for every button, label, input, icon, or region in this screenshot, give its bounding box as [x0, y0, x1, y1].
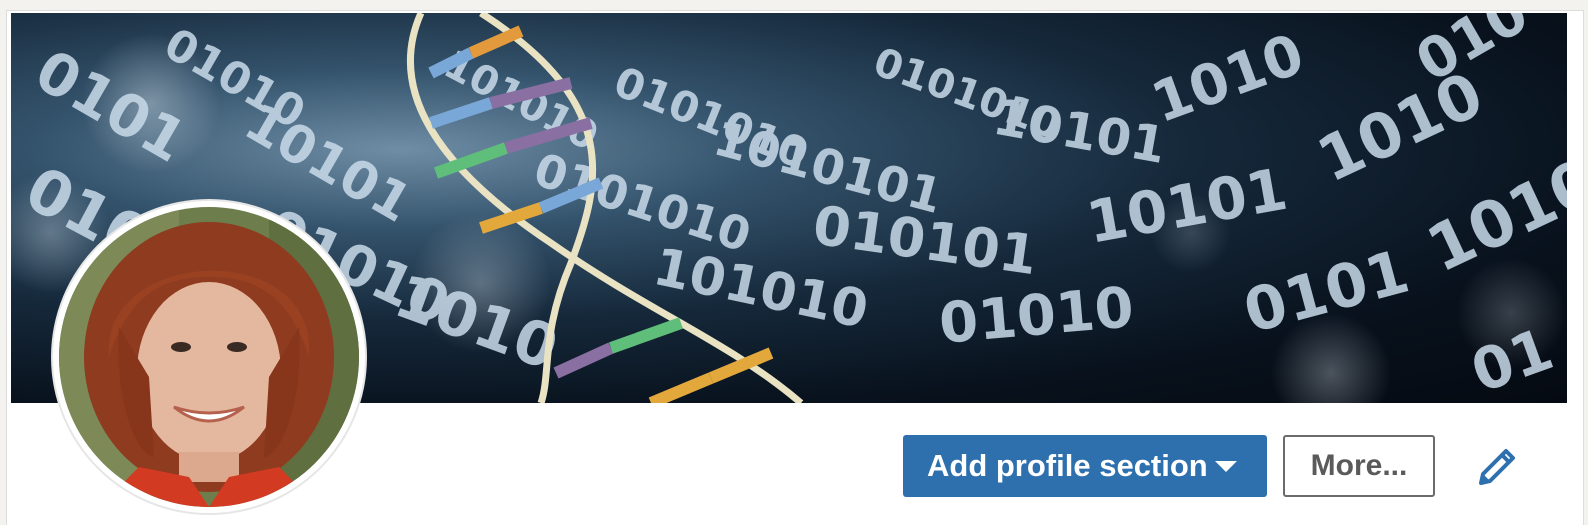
- svg-text:01010: 01010: [937, 275, 1137, 357]
- profile-top-card: 0101 01010 010 10101 01010 1010 101010 0…: [6, 10, 1584, 525]
- add-profile-section-button[interactable]: Add profile section: [903, 435, 1267, 497]
- more-button-label: More...: [1310, 449, 1408, 482]
- profile-photo: [59, 207, 359, 507]
- caret-down-icon: [1215, 461, 1237, 472]
- edit-profile-button[interactable]: [1473, 443, 1521, 491]
- pencil-icon: [1479, 449, 1515, 485]
- svg-text:1010: 1010: [1416, 145, 1567, 287]
- add-profile-section-label: Add profile section: [927, 448, 1208, 483]
- profile-avatar[interactable]: [53, 201, 365, 513]
- svg-text:10101: 10101: [989, 88, 1170, 175]
- more-button[interactable]: More...: [1283, 435, 1435, 497]
- svg-text:1010: 1010: [1144, 22, 1313, 136]
